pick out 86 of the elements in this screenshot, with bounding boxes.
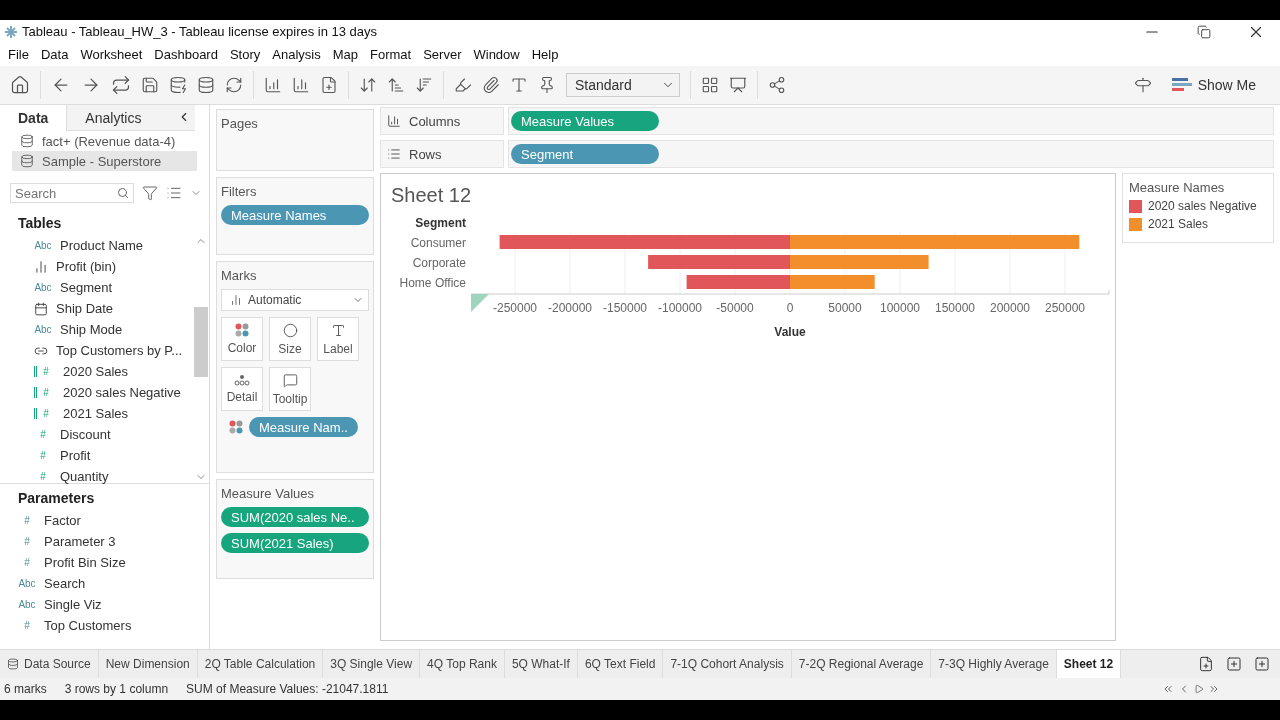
field-type-icon: Abc <box>18 599 36 610</box>
card-title: Measure Values <box>221 486 315 501</box>
field-type-icon: Abc <box>34 324 52 335</box>
field-type-icon: Abc <box>34 282 52 293</box>
menu-item[interactable]: Worksheet <box>74 47 149 62</box>
tick-label: 250000 <box>1045 301 1085 315</box>
sheet-title: Sheet 12 <box>391 184 473 208</box>
field-item[interactable]: # Discount <box>0 424 193 445</box>
fit-dropdown[interactable]: Standard <box>566 73 680 97</box>
card-title: Filters <box>221 184 258 199</box>
field-type-icon: # <box>18 536 36 547</box>
mark-button[interactable]: Color <box>221 317 263 361</box>
mark-type-dropdown[interactable]: Automatic <box>221 289 369 311</box>
parameter-item[interactable]: Abc Search <box>0 573 209 594</box>
field-item[interactable]: # 2021 Sales <box>0 403 193 424</box>
tick-label: 0 <box>786 301 794 315</box>
status-text: SUM of Measure Values: -21047.1811 <box>186 682 389 696</box>
section-title: Parameters <box>17 489 96 508</box>
tick-label: -50000 <box>716 301 754 315</box>
tick-label: 150000 <box>935 301 975 315</box>
category-label: Home Office <box>399 276 466 290</box>
field-item[interactable]: Top Customers by P... <box>0 340 193 361</box>
menu-item[interactable]: Help <box>525 47 565 62</box>
field-item[interactable]: # Profit <box>0 445 193 466</box>
pane-tab[interactable]: Analytics <box>66 105 195 131</box>
mark-button[interactable]: Detail <box>221 367 263 411</box>
show-me-button[interactable]: Show Me <box>1171 77 1256 93</box>
menu-item[interactable]: Server <box>417 47 468 62</box>
menu-item[interactable]: Window <box>467 47 526 62</box>
field-type-icon: # <box>34 429 52 440</box>
axis-title: Segment <box>415 216 466 230</box>
tick-label: -100000 <box>658 301 702 315</box>
field-type-icon: # <box>34 471 52 482</box>
field-item[interactable]: Abc Ship Mode <box>0 319 193 340</box>
menu-item[interactable]: Story <box>223 47 267 62</box>
tick-label: 50000 <box>828 301 862 315</box>
field-item[interactable]: Ship Date <box>0 298 193 319</box>
field-item[interactable]: # 2020 Sales <box>0 361 193 382</box>
tick-label: -250000 <box>493 301 537 315</box>
parameter-item[interactable]: Abc Single Viz <box>0 594 209 615</box>
menu-item[interactable]: Dashboard <box>148 47 224 62</box>
parameter-item[interactable]: # Factor <box>0 510 209 531</box>
tick-label: -150000 <box>603 301 647 315</box>
mark-button[interactable]: Tooltip <box>269 367 311 411</box>
section-title: Tables <box>17 214 63 233</box>
parameter-item[interactable]: # Profit Bin Size <box>0 552 209 573</box>
tick-label: -200000 <box>548 301 592 315</box>
parameter-item[interactable]: # Parameter 3 <box>0 531 209 552</box>
category-label: Consumer <box>410 236 466 250</box>
menu-item[interactable]: File <box>2 47 35 62</box>
status-text: 3 rows by 1 column <box>64 682 169 696</box>
field-item[interactable]: Abc Segment <box>0 277 193 298</box>
menu-item[interactable]: Analysis <box>266 47 327 62</box>
mark-button[interactable]: Label <box>317 317 359 361</box>
data-source-item[interactable]: Sample - Superstore <box>12 151 197 171</box>
search-field[interactable]: Search <box>10 183 134 203</box>
menu-item[interactable]: Format <box>364 47 418 62</box>
mark-button[interactable]: Size <box>269 317 311 361</box>
window-title: Tableau - Tableau_HW_3 - Tableau license expires in 13 days <box>22 24 379 39</box>
tick-label: 100000 <box>880 301 920 315</box>
menu-item[interactable]: Map <box>326 47 364 62</box>
field-item[interactable]: # Quantity <box>0 466 193 487</box>
field-type-icon: # <box>34 450 52 461</box>
shelf-label: Rows <box>380 140 504 168</box>
legend-label: 2021 Sales <box>1148 217 1209 231</box>
sheet-tab[interactable]: Sheet 12 <box>1056 650 1122 678</box>
status-text: 6 marks <box>4 682 47 696</box>
data-source-item[interactable]: fact+ (Revenue data-4) <box>12 131 197 151</box>
category-label: Corporate <box>412 256 466 270</box>
field-type-icon: Abc <box>18 578 36 589</box>
field-type-icon: # <box>18 620 36 631</box>
field-item[interactable]: # 2020 sales Negative <box>0 382 193 403</box>
axis-title: Value <box>774 325 806 339</box>
parameter-item[interactable]: # Top Customers <box>0 615 209 636</box>
field-type-icon: # <box>18 515 36 526</box>
menu-item[interactable]: Data <box>34 47 75 62</box>
tick-label: 200000 <box>990 301 1030 315</box>
shelf-label: Columns <box>380 107 504 135</box>
field-item[interactable]: Profit (bin) <box>0 256 193 277</box>
card-title: Pages <box>221 116 259 131</box>
card-title: Marks <box>221 268 258 283</box>
legend-label: 2020 sales Negative <box>1148 199 1257 213</box>
field-type-icon: # <box>18 557 36 568</box>
field-item[interactable]: Abc Product Name <box>0 235 193 256</box>
legend-title: Measure Names <box>1129 180 1226 195</box>
field-type-icon: Abc <box>34 240 52 251</box>
